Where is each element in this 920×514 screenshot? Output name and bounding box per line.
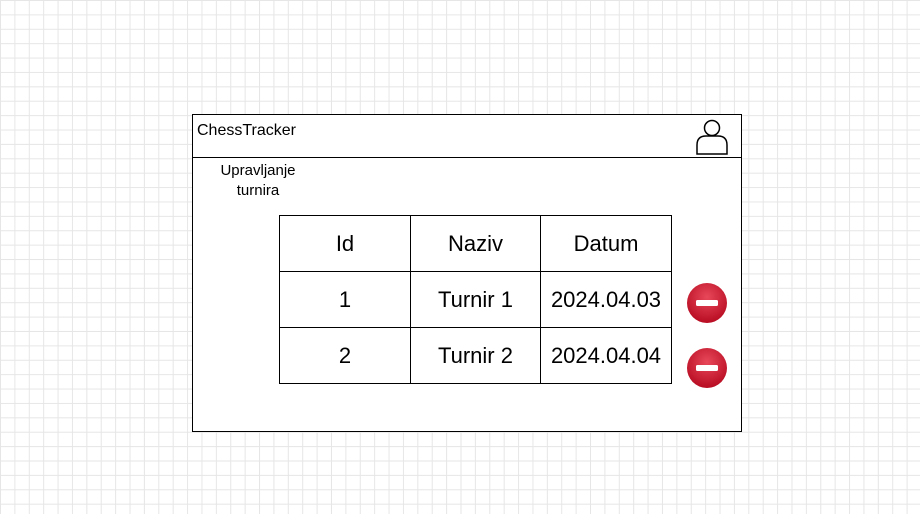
- cell-id: 2: [279, 327, 411, 384]
- page-title-line1: Upravljanje: [220, 162, 296, 179]
- cell-datum: 2024.04.04: [540, 327, 672, 384]
- table-header-row: Id Naziv Datum: [279, 215, 672, 272]
- app-header: ChessTracker: [193, 115, 741, 158]
- column-header-naziv: Naziv: [410, 215, 541, 272]
- cell-id: 1: [279, 271, 411, 328]
- delete-row-1-button[interactable]: [686, 282, 728, 324]
- cell-datum: 2024.04.03: [540, 271, 672, 328]
- minus-circle-icon: [687, 283, 727, 323]
- minus-circle-icon: [687, 348, 727, 388]
- column-header-id: Id: [279, 215, 411, 272]
- column-header-datum: Datum: [540, 215, 672, 272]
- page-title-line2: turnira: [236, 182, 280, 199]
- tournament-table: Id Naziv Datum 1 Turnir 1 2024.04.03 2 T…: [279, 215, 672, 384]
- cell-naziv: Turnir 1: [410, 271, 541, 328]
- user-icon[interactable]: [695, 117, 729, 155]
- app-window: ChessTracker Upravljanje turnira Id Nazi…: [192, 114, 742, 432]
- delete-row-2-button[interactable]: [686, 347, 728, 389]
- table-row: 2 Turnir 2 2024.04.04: [279, 327, 672, 384]
- table-row: 1 Turnir 1 2024.04.03: [279, 271, 672, 328]
- cell-naziv: Turnir 2: [410, 327, 541, 384]
- page-title: Upravljanje turnira: [203, 161, 313, 201]
- app-title: ChessTracker: [197, 122, 296, 139]
